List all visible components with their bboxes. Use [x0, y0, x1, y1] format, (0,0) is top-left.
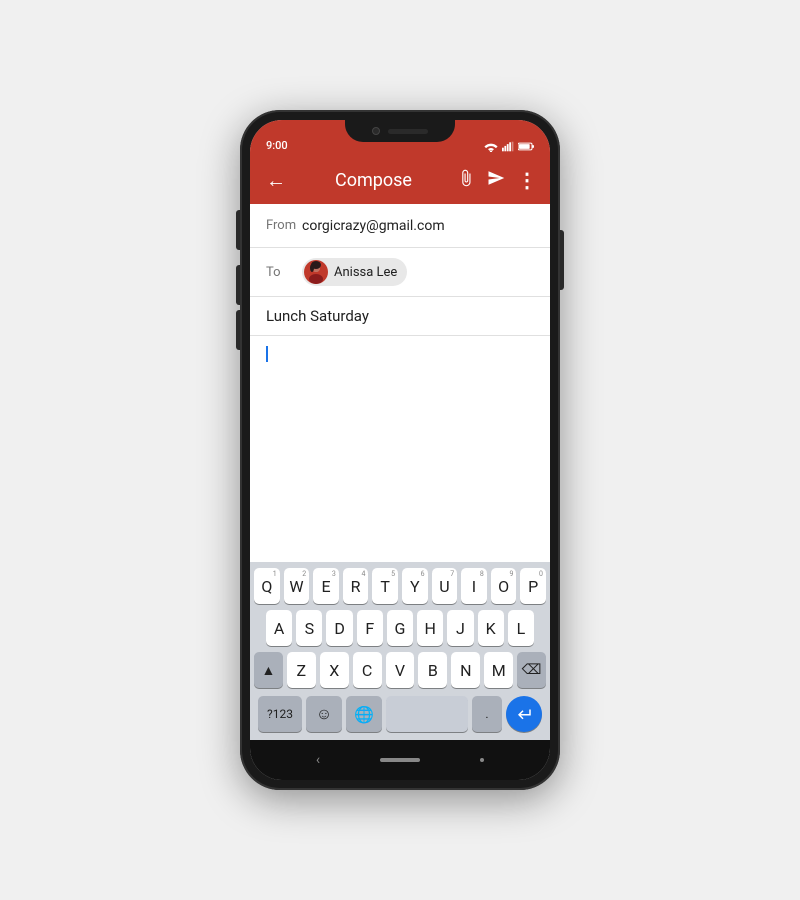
- nav-back-icon[interactable]: ‹: [316, 752, 320, 768]
- phone-device: 9:00: [240, 110, 560, 790]
- key-backspace[interactable]: ⌫: [517, 652, 546, 688]
- send-svg: [487, 169, 505, 187]
- notch: [345, 120, 455, 142]
- subject-field[interactable]: Lunch Saturday: [250, 297, 550, 336]
- from-value: corgicrazy@gmail.com: [302, 218, 534, 234]
- key-g[interactable]: G: [387, 610, 413, 646]
- paperclip-svg: [457, 169, 475, 187]
- key-n[interactable]: N: [451, 652, 480, 688]
- from-label: From: [266, 218, 302, 233]
- subject-value: Lunch Saturday: [266, 307, 369, 325]
- recipient-chip[interactable]: Anissa Lee: [302, 258, 407, 286]
- symbols-label: ?123: [267, 707, 293, 721]
- more-icon[interactable]: ⋮: [517, 168, 538, 192]
- recipient-avatar: [304, 260, 328, 284]
- avatar-svg: [304, 260, 328, 284]
- status-bar: 9:00: [250, 120, 550, 156]
- phone-screen: 9:00: [250, 120, 550, 780]
- text-cursor: [266, 346, 268, 362]
- key-period[interactable]: .: [472, 696, 502, 732]
- key-m[interactable]: M: [484, 652, 513, 688]
- key-enter[interactable]: [506, 696, 542, 732]
- keyboard-bottom-row: ?123 ☺ 🌐 .: [254, 694, 546, 738]
- key-e[interactable]: 3E: [313, 568, 339, 604]
- key-t[interactable]: 5T: [372, 568, 398, 604]
- attach-icon[interactable]: [457, 169, 475, 191]
- nav-home-pill[interactable]: [380, 758, 420, 762]
- key-d[interactable]: D: [326, 610, 352, 646]
- to-row[interactable]: To Anissa Lee: [250, 248, 550, 297]
- app-bar-title: Compose: [298, 170, 449, 191]
- camera-notch: [372, 127, 380, 135]
- status-icons: [484, 127, 534, 152]
- key-y[interactable]: 6Y: [402, 568, 428, 604]
- key-p[interactable]: 0P: [520, 568, 546, 604]
- status-time: 9:00: [266, 125, 288, 152]
- send-icon[interactable]: [487, 169, 505, 191]
- key-v[interactable]: V: [386, 652, 415, 688]
- key-symbols[interactable]: ?123: [258, 696, 302, 732]
- key-r[interactable]: 4R: [343, 568, 369, 604]
- keyboard-row-3: ▲ Z X C V B N M ⌫: [254, 652, 546, 688]
- nav-bar: ‹: [250, 740, 550, 780]
- to-label: To: [266, 265, 302, 280]
- back-icon: ←: [266, 168, 286, 193]
- back-button[interactable]: ←: [262, 164, 290, 197]
- key-k[interactable]: K: [478, 610, 504, 646]
- app-bar-actions: ⋮: [457, 168, 538, 192]
- key-space[interactable]: [386, 696, 468, 732]
- recipient-name: Anissa Lee: [334, 265, 397, 280]
- battery-icon: [518, 141, 534, 152]
- key-shift[interactable]: ▲: [254, 652, 283, 688]
- enter-svg: [515, 707, 533, 721]
- wifi-icon: [484, 141, 498, 152]
- key-l[interactable]: L: [508, 610, 534, 646]
- keyboard-row-2: A S D F G H J K L: [254, 610, 546, 646]
- keyboard-row-1: 1Q 2W 3E 4R 5T 6Y 7U 8I 9O 0P: [254, 568, 546, 604]
- key-x[interactable]: X: [320, 652, 349, 688]
- compose-body: From corgicrazy@gmail.com To: [250, 204, 550, 740]
- key-o[interactable]: 9O: [491, 568, 517, 604]
- key-s[interactable]: S: [296, 610, 322, 646]
- nav-recents-icon[interactable]: [480, 758, 484, 762]
- key-q[interactable]: 1Q: [254, 568, 280, 604]
- key-j[interactable]: J: [447, 610, 473, 646]
- key-globe[interactable]: 🌐: [346, 696, 382, 732]
- keyboard: 1Q 2W 3E 4R 5T 6Y 7U 8I 9O 0P A S D F: [250, 562, 550, 740]
- signal-icon: [502, 141, 514, 152]
- key-f[interactable]: F: [357, 610, 383, 646]
- key-emoji[interactable]: ☺: [306, 696, 342, 732]
- key-u[interactable]: 7U: [432, 568, 458, 604]
- key-a[interactable]: A: [266, 610, 292, 646]
- app-bar: ← Compose ⋮: [250, 156, 550, 204]
- speaker-notch: [388, 129, 428, 134]
- key-b[interactable]: B: [418, 652, 447, 688]
- key-w[interactable]: 2W: [284, 568, 310, 604]
- key-z[interactable]: Z: [287, 652, 316, 688]
- from-row: From corgicrazy@gmail.com: [250, 204, 550, 248]
- key-h[interactable]: H: [417, 610, 443, 646]
- body-field[interactable]: [250, 336, 550, 562]
- key-c[interactable]: C: [353, 652, 382, 688]
- key-i[interactable]: 8I: [461, 568, 487, 604]
